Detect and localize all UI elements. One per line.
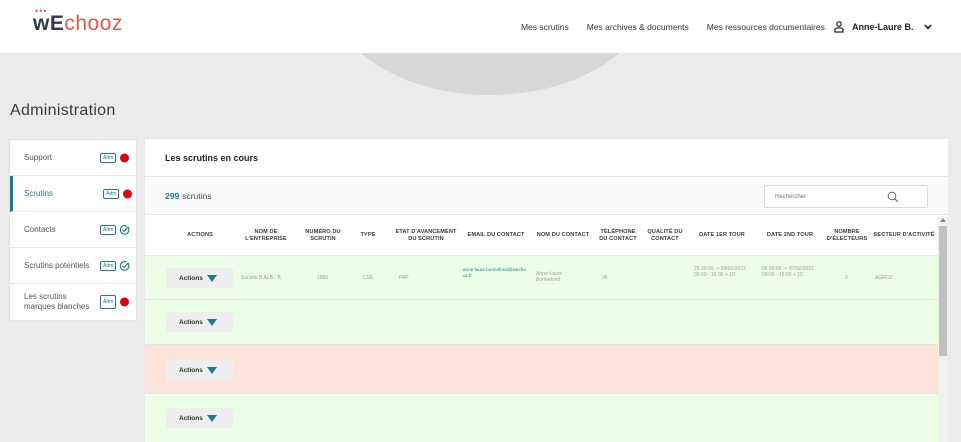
- table-header: ACTIONS NOM DE L'ENTREPRISE NUMÉRO DU SC…: [145, 215, 948, 256]
- admin-badge: Adm: [100, 295, 117, 309]
- sidebar-item-support[interactable]: Support Adm: [10, 140, 136, 176]
- status-red-dot-icon: [120, 297, 129, 307]
- user-name: Anne-Laure B.: [852, 21, 914, 32]
- sidebar-item-label: Contacts: [24, 225, 56, 234]
- scrutins-panel: Les scrutins en cours 299 scrutins ACTIO…: [145, 139, 948, 442]
- search-box: [764, 185, 928, 208]
- col-actions[interactable]: ACTIONS: [165, 215, 235, 256]
- admin-badge: Adm: [100, 224, 117, 235]
- dropdown-triangle-icon: [207, 367, 217, 374]
- nav-mes-archives[interactable]: Mes archives & documents: [587, 22, 689, 32]
- cell-type: CSE: [363, 275, 374, 281]
- actions-button[interactable]: Actions: [166, 408, 233, 428]
- wechooz-logo[interactable]: ••• wEchooz: [33, 6, 123, 36]
- table-row: Actions: [145, 394, 948, 442]
- nav-mes-ressources[interactable]: Mes ressources documentaires: [707, 22, 825, 32]
- search-icon[interactable]: [887, 191, 899, 205]
- panel-title: Les scrutins en cours: [145, 139, 948, 177]
- cell-number: 1985: [317, 275, 329, 281]
- sidebar-item-scrutins-marques-blanches[interactable]: Les scrutins marques blanches Adm: [10, 284, 136, 321]
- col-contact-name[interactable]: NOM DU CONTACT: [533, 215, 593, 256]
- search-input[interactable]: [775, 193, 885, 200]
- sidebar-item-label: Support: [24, 153, 53, 162]
- cell-sector: AGROZ: [875, 275, 893, 281]
- col-quality[interactable]: QUALITÉ DU CONTACT: [643, 215, 687, 256]
- cell-contact-name: Anne-Laure Bonnefond: [536, 271, 563, 283]
- sidebar-item-contacts[interactable]: Contacts Adm: [10, 212, 136, 248]
- col-phone[interactable]: TÉLÉPHONE DU CONTACT: [597, 215, 639, 256]
- main-nav: Mes scrutins Mes archives & documents Me…: [521, 0, 843, 53]
- col-sector[interactable]: SECTEUR D'ACTIVITÉ: [871, 215, 937, 256]
- col-voters[interactable]: NOMBRE D'ÉLECTEURS: [825, 215, 869, 256]
- col-date-1[interactable]: DATE 1ER TOUR: [693, 215, 751, 256]
- admin-badge: Adm: [100, 152, 117, 163]
- cell-voters: 0: [845, 275, 848, 281]
- actions-button[interactable]: Actions: [166, 312, 233, 332]
- actions-button[interactable]: Actions: [166, 268, 233, 288]
- dropdown-triangle-icon: [207, 415, 217, 422]
- cell-phone: 06: [602, 275, 608, 281]
- scrutins-count: 299: [165, 190, 180, 201]
- admin-badge: Adm: [100, 260, 117, 271]
- dropdown-triangle-icon: [207, 319, 217, 326]
- sidebar-item-scrutins-potentiels[interactable]: Scrutins potentiels Adm: [10, 248, 136, 284]
- scrollbar-thumb[interactable]: [939, 226, 947, 356]
- cell-email[interactable]: anne-laure.bonnefond@wechooz.fr: [463, 267, 527, 278]
- col-state[interactable]: ETAT D'AVANCEMENT DU SCRUTIN: [391, 215, 461, 256]
- sidebar-item-label: Les scrutins marques blanches: [24, 292, 90, 311]
- user-icon: [834, 20, 844, 33]
- scrutins-count-label: scrutins: [182, 190, 212, 201]
- chevron-down-icon: [923, 22, 932, 32]
- check-circle-icon: [119, 224, 130, 235]
- cell-state: PAP: [399, 275, 409, 281]
- cell-date-2: 06 09:00 -> 07/02/2022 09:00 - 18:00 + 1…: [762, 266, 814, 278]
- sidebar-item-label: Scrutins: [24, 189, 53, 198]
- actions-button[interactable]: Actions: [166, 360, 233, 380]
- cell-company: Societe B ALB - B: [241, 275, 281, 281]
- dropdown-triangle-icon: [207, 275, 217, 282]
- user-menu[interactable]: Anne-Laure B.: [834, 0, 932, 53]
- page-title: Administration: [10, 102, 116, 119]
- cell-date-1: 25 09:00 -> 24/01/2022 09:00 - 18:00 + 1…: [694, 266, 746, 278]
- table-row: Actions: [145, 345, 948, 394]
- admin-badge: Adm: [103, 188, 120, 199]
- sidebar-item-scrutins[interactable]: Scrutins Adm: [10, 176, 136, 212]
- status-red-dot-icon: [120, 153, 129, 162]
- top-bar: ••• wEchooz Mes scrutins Mes archives & d…: [0, 0, 961, 53]
- check-circle-icon: [119, 260, 130, 271]
- col-company[interactable]: NOM DE L'ENTREPRISE: [240, 215, 292, 256]
- count-bar: 299 scrutins: [145, 177, 948, 215]
- scroll-up-arrow-icon[interactable]: [940, 218, 946, 222]
- col-number[interactable]: NUMÉRO DU SCRUTIN: [295, 215, 351, 256]
- nav-mes-scrutins[interactable]: Mes scrutins: [521, 22, 569, 32]
- col-type[interactable]: TYPE: [353, 215, 383, 256]
- table-row: Actions Societe B ALB - B 1985 CSE PAP a…: [145, 256, 948, 300]
- status-red-dot-icon: [123, 189, 132, 198]
- sidebar-item-label: Scrutins potentiels: [24, 261, 90, 270]
- table-scrollbar[interactable]: [938, 216, 948, 442]
- admin-sidebar: Support Adm Scrutins Adm Contacts Adm Sc…: [9, 139, 137, 322]
- col-email[interactable]: EMAIL DU CONTACT: [463, 215, 529, 256]
- table-row: Actions: [145, 300, 948, 345]
- col-date-2[interactable]: DATE 2ND TOUR: [759, 215, 821, 256]
